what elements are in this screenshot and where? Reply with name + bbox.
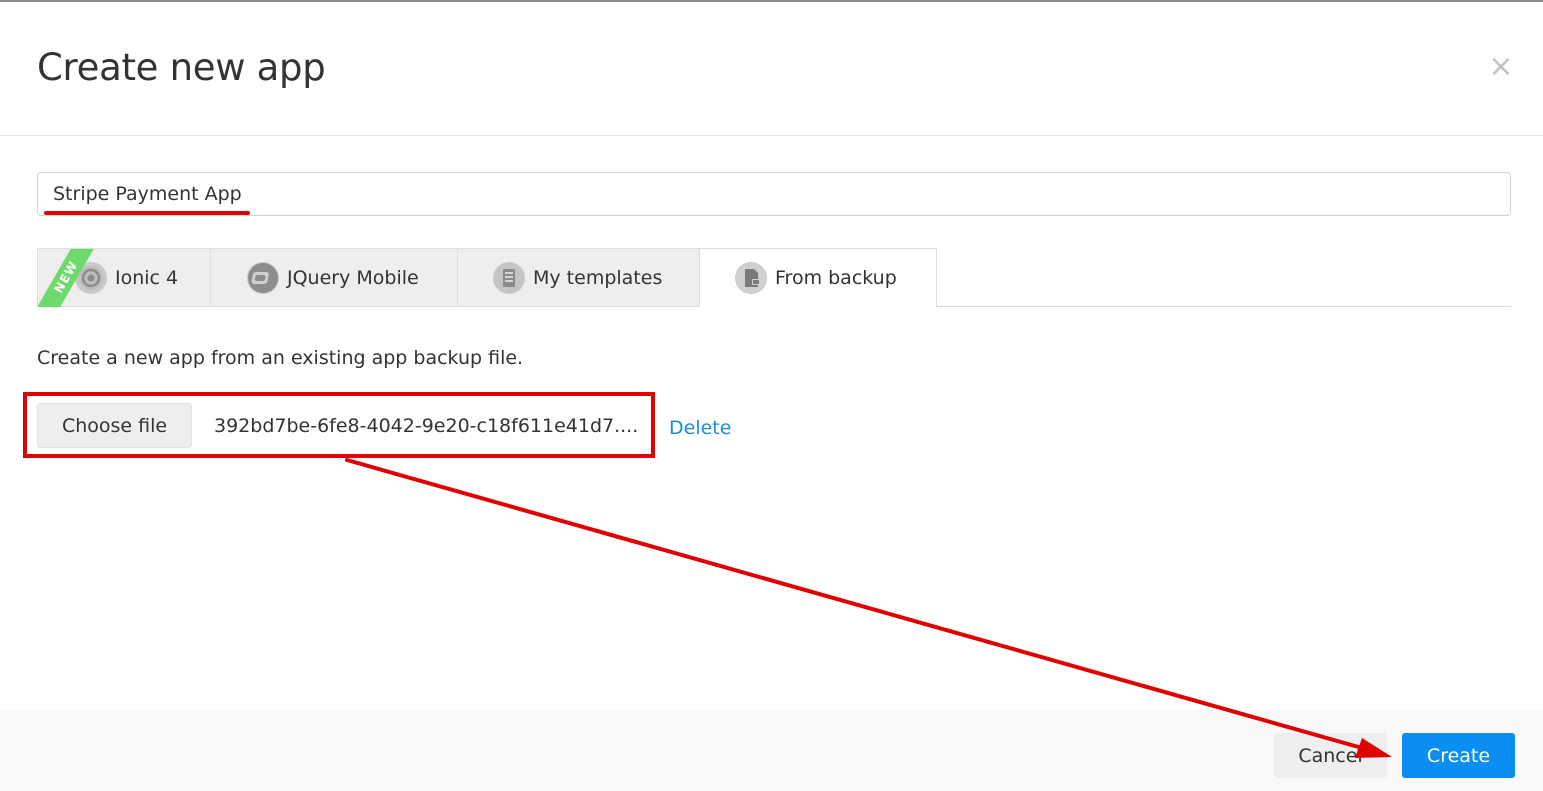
app-name-input[interactable] bbox=[37, 172, 1511, 216]
jquery-mobile-icon bbox=[247, 261, 279, 294]
tab-label: JQuery Mobile bbox=[287, 266, 419, 289]
tab-jquery-mobile[interactable]: JQuery Mobile bbox=[210, 248, 458, 306]
modal-header: Create new app × bbox=[0, 2, 1543, 136]
tab-label: Ionic 4 bbox=[115, 266, 179, 289]
ionic-icon bbox=[75, 261, 107, 294]
create-button[interactable]: Create bbox=[1402, 733, 1515, 778]
tab-ionic-4[interactable]: NEW Ionic 4 bbox=[37, 248, 211, 307]
template-icon bbox=[493, 261, 525, 294]
cancel-button[interactable]: Cancel bbox=[1274, 733, 1387, 778]
annotation-box bbox=[23, 392, 655, 458]
tab-my-templates[interactable]: My templates bbox=[457, 248, 700, 306]
delete-file-link[interactable]: Delete bbox=[669, 417, 731, 439]
tab-label: My templates bbox=[533, 266, 663, 289]
close-icon[interactable]: × bbox=[1486, 50, 1516, 84]
annotation-underline bbox=[44, 211, 250, 215]
modal-title: Create new app bbox=[37, 46, 326, 89]
tab-from-backup[interactable]: From backup bbox=[699, 248, 937, 307]
template-tabs: NEW Ionic 4 JQuery Mobile My templates F… bbox=[37, 248, 1511, 307]
backup-description: Create a new app from an existing app ba… bbox=[37, 347, 524, 369]
tab-label: From backup bbox=[775, 267, 897, 289]
backup-file-icon bbox=[735, 262, 767, 294]
